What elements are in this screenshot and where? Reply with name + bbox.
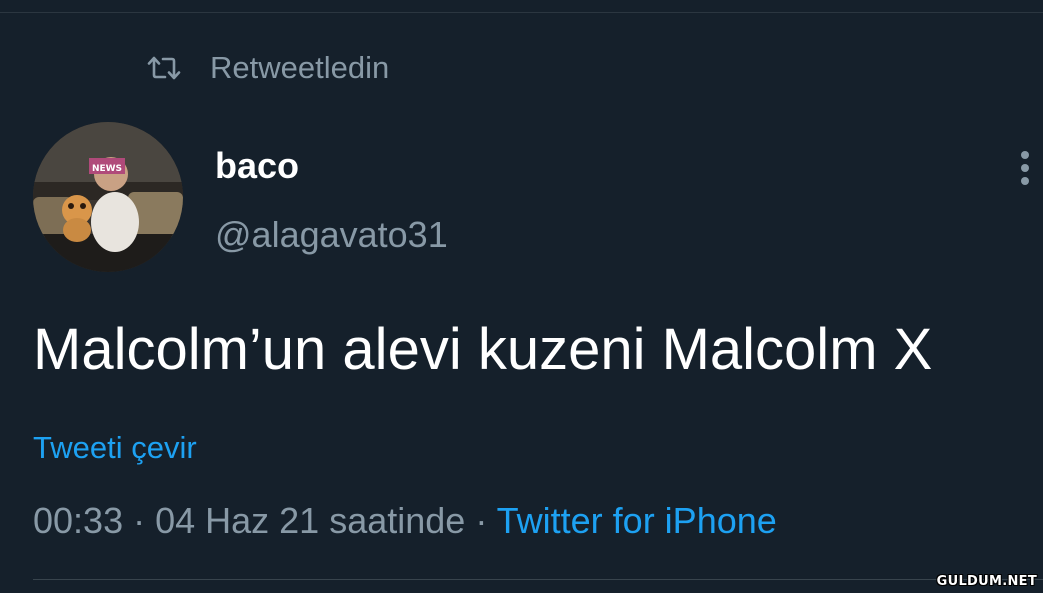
tweet-text: Malcolm’un alevi kuzeni Malcolm X xyxy=(33,317,933,382)
translate-tweet-link[interactable]: Tweeti çevir xyxy=(33,428,197,468)
retweet-context: Retweetledin xyxy=(146,48,389,88)
author-handle[interactable]: @alagavato31 xyxy=(215,213,448,257)
retweet-icon xyxy=(146,53,182,83)
bottom-divider xyxy=(33,579,1043,580)
top-divider xyxy=(0,12,1043,13)
avatar-badge-text: NEWS xyxy=(92,164,122,174)
retweet-label: Retweetledin xyxy=(210,50,390,85)
avatar[interactable]: NEWS xyxy=(33,122,183,272)
more-vertical-icon xyxy=(1021,151,1029,159)
tweet-time: 00:33 xyxy=(33,500,124,541)
meta-separator: · xyxy=(123,500,156,541)
tweet-date: 04 Haz 21 saatinde xyxy=(155,500,466,541)
author-display-name[interactable]: baco xyxy=(215,144,299,188)
more-options-button[interactable] xyxy=(1010,146,1040,190)
more-vertical-icon xyxy=(1021,177,1029,185)
site-watermark: GULDUM.NET xyxy=(936,574,1037,589)
tweet-source-link[interactable]: Twitter for iPhone xyxy=(497,500,777,541)
meta-separator: · xyxy=(465,500,497,541)
more-vertical-icon xyxy=(1021,164,1029,172)
tweet-metadata: 00:33 · 04 Haz 21 saatinde · Twitter for… xyxy=(33,499,777,543)
